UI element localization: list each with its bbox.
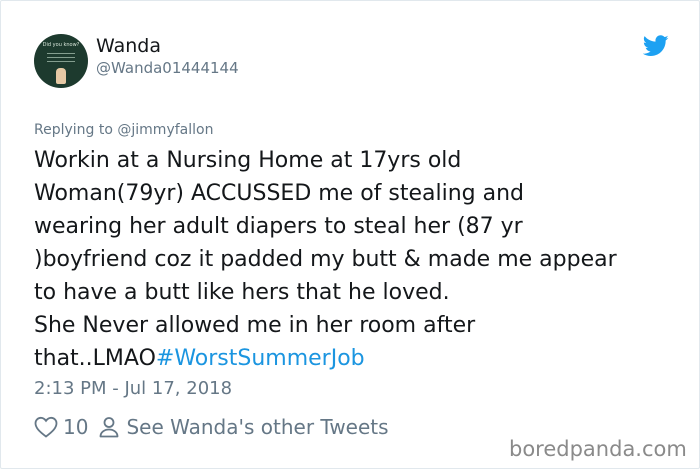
heart-icon[interactable] <box>34 416 58 438</box>
author-name[interactable]: Wanda <box>96 35 161 57</box>
tweet-text-line: Woman(79yr) ACCUSSED me of stealing and <box>34 181 525 206</box>
tweet-text-line: She Never allowed me in her room after <box>34 313 476 338</box>
replying-to: Replying to @jimmyfallon <box>34 122 213 139</box>
watermark: boredpanda.com <box>509 437 687 461</box>
replying-to-handle[interactable]: @jimmyfallon <box>117 122 213 138</box>
like-count: 10 <box>63 415 89 439</box>
tweet-card: Did you know? Wanda @Wanda01444144 Reply… <box>0 0 700 469</box>
tweet-text-line: to have a butt like hers that he loved. <box>34 280 450 305</box>
avatar-graphic <box>47 53 75 65</box>
tweet-text: Workin at a Nursing Home at 17yrs old Wo… <box>34 144 684 375</box>
tweet-text-line: Workin at a Nursing Home at 17yrs old <box>34 148 462 173</box>
tweet-timestamp[interactable]: 2:13 PM - Jul 17, 2018 <box>34 378 232 400</box>
avatar-figure <box>56 68 66 84</box>
author-handle[interactable]: @Wanda01444144 <box>96 59 239 77</box>
person-icon[interactable] <box>98 416 120 438</box>
avatar-caption: Did you know? <box>42 42 80 48</box>
tweet-text-line: wearing her adult diapers to steal her (… <box>34 214 523 239</box>
tweet-actions: 10 See Wanda's other Tweets <box>34 414 389 440</box>
twitter-bird-icon[interactable] <box>643 35 669 57</box>
tweet-text-line: )boyfriend coz it padded my butt & made … <box>34 247 617 272</box>
replying-prefix: Replying to <box>34 122 113 138</box>
hashtag-link[interactable]: #WorstSummerJob <box>156 346 365 371</box>
avatar[interactable]: Did you know? <box>34 34 88 88</box>
tweet-text-fragment: that..LMAO <box>34 346 156 371</box>
tweet-text-last-line: that..LMAO#WorstSummerJob <box>34 342 684 375</box>
other-tweets-link[interactable]: See Wanda's other Tweets <box>126 415 388 439</box>
